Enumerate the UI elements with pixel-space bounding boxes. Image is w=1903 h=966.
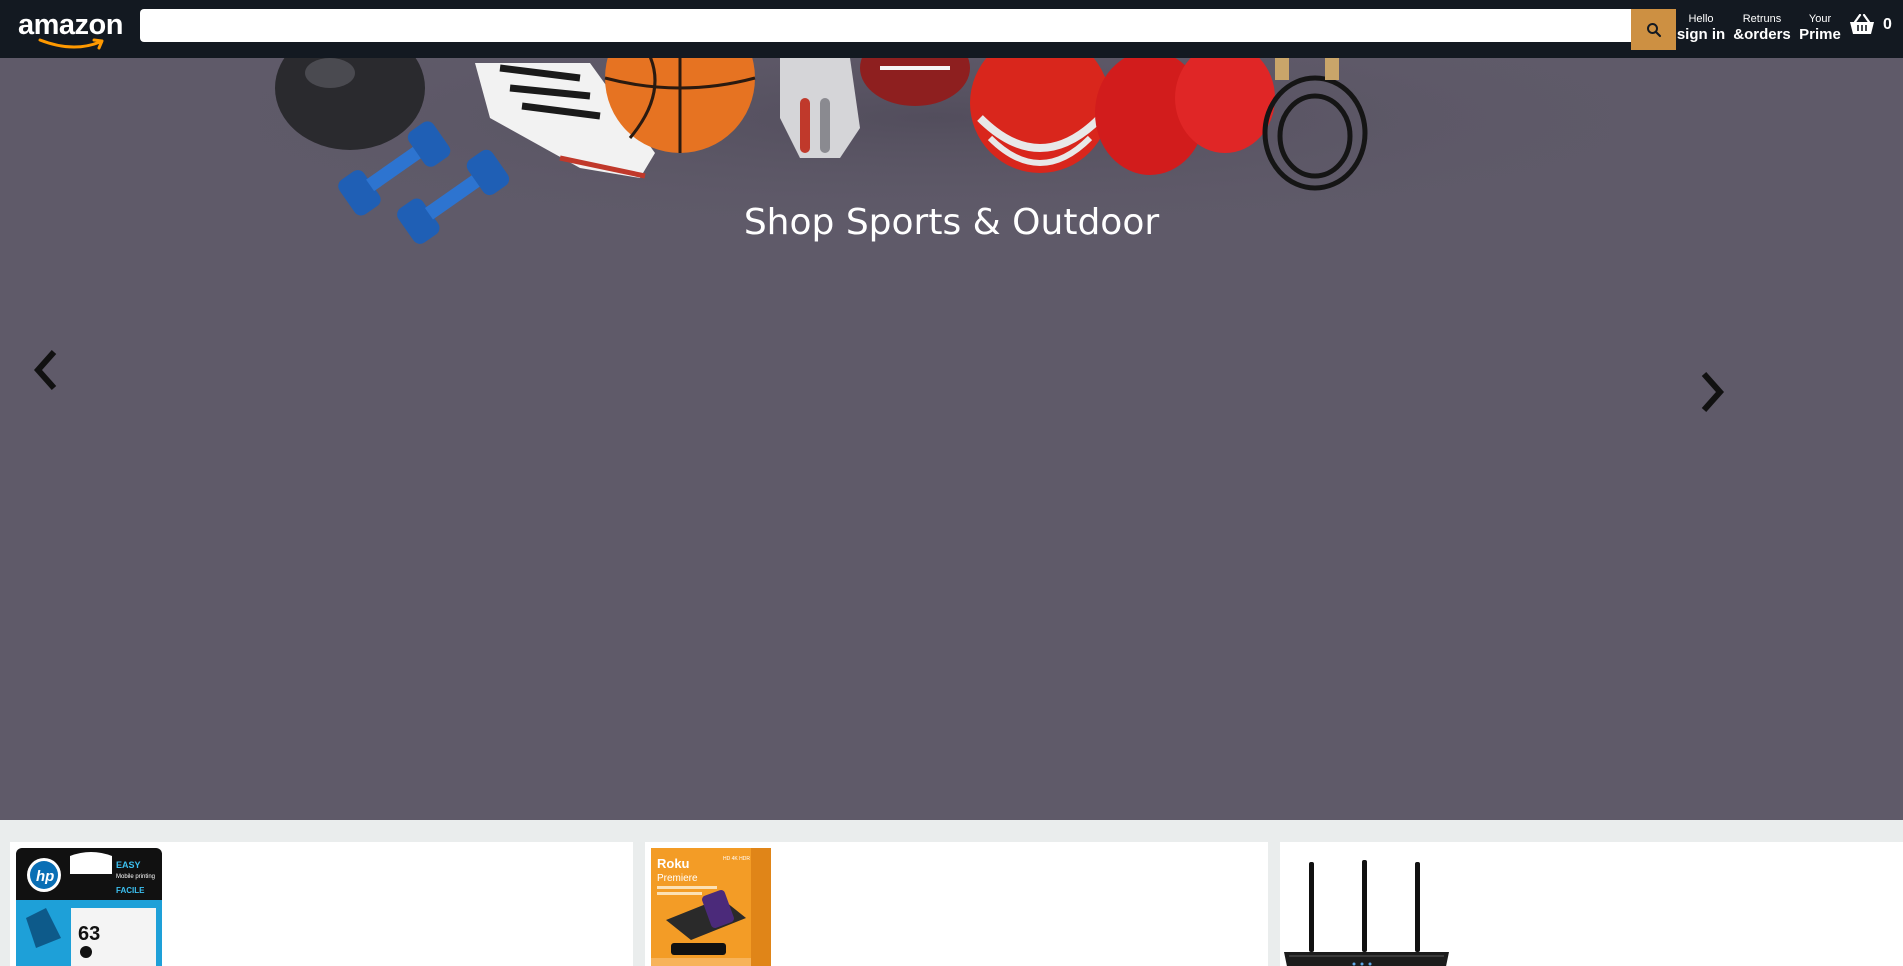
svg-text:Mobile printing: Mobile printing [116, 874, 155, 880]
search-icon [1646, 22, 1661, 37]
carousel-next-button[interactable] [1688, 362, 1738, 422]
product-card-wifi-router[interactable] [1280, 842, 1903, 966]
amazon-logo[interactable]: amazon [18, 10, 123, 50]
basket-count: 0 [1883, 16, 1892, 33]
search-input[interactable] [140, 9, 1632, 42]
nav-prime-line2: Prime [1799, 26, 1841, 43]
nav-returns-line1: Retruns [1742, 13, 1782, 25]
logo-smile-icon [38, 38, 104, 50]
nav-returns-orders[interactable]: Retruns &orders [1731, 13, 1793, 44]
nav-sign-in-greeting: Hello [1688, 13, 1714, 25]
search-button[interactable] [1631, 9, 1676, 50]
svg-text:63: 63 [78, 923, 100, 945]
svg-text:HD 4K HDR: HD 4K HDR [723, 856, 750, 862]
nav-sign-in[interactable]: Hello sign in [1676, 13, 1726, 44]
basket-button[interactable]: 0 [1849, 14, 1892, 36]
chevron-left-icon [33, 350, 57, 390]
hero-title-text: Shop Sports & Outdoor [743, 202, 1160, 243]
roku-premiere-box-image: Roku Premiere HD 4K HDR [651, 848, 771, 966]
hp-63-ink-cartridge-image: hp EASY Mobile printing FACILE 63 [16, 848, 162, 966]
wifi-router-image [1284, 860, 1449, 966]
svg-text:Roku: Roku [657, 856, 690, 871]
product-row: hp EASY Mobile printing FACILE 63 Roku P… [0, 842, 1903, 966]
nav-your-prime[interactable]: Your Prime [1797, 13, 1843, 44]
product-card-hp-ink[interactable]: hp EASY Mobile printing FACILE 63 [10, 842, 633, 966]
hero-title: Shop Sports & Outdoor [0, 202, 1903, 243]
header: amazon Hello sign in Retruns &orders You… [0, 0, 1903, 58]
nav-returns-line2: &orders [1733, 26, 1791, 43]
product-card-roku-premiere[interactable]: Roku Premiere HD 4K HDR [645, 842, 1268, 966]
nav-sign-in-label: sign in [1676, 26, 1726, 43]
svg-text:FACILE: FACILE [116, 886, 145, 895]
svg-text:EASY: EASY [116, 860, 141, 870]
basket-icon [1850, 14, 1874, 34]
chevron-right-icon [1701, 372, 1725, 412]
svg-text:Premiere: Premiere [657, 873, 698, 884]
carousel-prev-button[interactable] [20, 340, 70, 400]
logo-text: amazon [18, 9, 123, 41]
nav-prime-line1: Your [1808, 13, 1832, 25]
hero-carousel: Shop Sports & Outdoor [0, 58, 1903, 820]
svg-text:hp: hp [36, 868, 54, 885]
